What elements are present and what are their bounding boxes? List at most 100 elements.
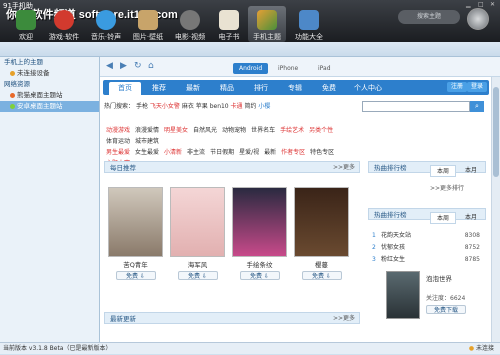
tag-link[interactable]: 动物宠物 [222, 125, 246, 136]
close-icon[interactable]: ✕ [490, 1, 495, 8]
scrollbar-thumb[interactable] [493, 87, 499, 177]
hot-term[interactable]: 飞天小女警 [150, 103, 180, 110]
rank-row[interactable]: 1 花韵天女站 8308 [372, 231, 482, 241]
tag-link[interactable]: 体育运动 [106, 136, 130, 147]
nav-theme[interactable]: 手机主题 [248, 6, 286, 42]
theme-card[interactable]: 手绘条纹 免费 ⇩ [232, 187, 287, 280]
latest-title: 最新更新 [110, 315, 136, 323]
app-logo-icon [467, 8, 489, 30]
sidebar-item-no-device[interactable]: 未连接设备 [0, 68, 99, 79]
tab-free[interactable]: 免费 [313, 82, 345, 95]
back-arrow-icon[interactable]: ◀ [106, 61, 113, 71]
tag-link[interactable]: 动漫游戏 [106, 125, 130, 136]
tag-link[interactable]: 城市建筑 [135, 136, 159, 147]
tag-link[interactable]: 女生最爱 [135, 147, 159, 158]
tab-home[interactable]: 首页 [109, 82, 141, 95]
theme-thumbnail[interactable] [294, 187, 349, 257]
tag-link[interactable]: 作者专区 [281, 147, 305, 158]
tab-featured[interactable]: 精品 [211, 82, 243, 95]
tab-albums[interactable]: 专辑 [279, 82, 311, 95]
tag-link[interactable]: 非主流 [187, 147, 205, 158]
theme-thumbnail[interactable] [232, 187, 287, 257]
tag-link[interactable]: 明星美女 [164, 125, 188, 136]
tab-newest[interactable]: 最新 [177, 82, 209, 95]
home-icon[interactable]: ⌂ [148, 61, 154, 71]
hot-term[interactable]: ben10 [210, 103, 229, 110]
tag-link[interactable]: 男生最爱 [106, 147, 130, 158]
daily-title: 每日推荐 [110, 164, 136, 172]
nav-apps[interactable]: 游戏·软件 [44, 6, 84, 42]
ranking-title: 热曲排行榜 [374, 164, 407, 172]
latest-more-link[interactable]: >>更多 [333, 313, 355, 325]
hot-term[interactable]: 手枪 [136, 103, 148, 110]
rank-tab-month[interactable]: 本月 [458, 212, 484, 224]
palette-icon [257, 10, 277, 30]
hot-term[interactable]: 简约 [244, 103, 256, 110]
nav-video[interactable]: 电影·视频 [170, 6, 210, 42]
tag-link[interactable]: 浪漫爱情 [135, 125, 159, 136]
theme-card[interactable]: 樱蔓 免费 ⇩ [294, 187, 349, 280]
rank-row[interactable]: 3 粉红女生 8785 [372, 255, 482, 265]
search-icon[interactable]: ⌕ [470, 101, 484, 112]
rank-tab-week[interactable]: 本周 [430, 165, 456, 177]
theme-search-button[interactable]: 搜索主题 [398, 10, 460, 24]
nav-tools[interactable]: 功能大全 [290, 6, 328, 42]
theme-thumbnail[interactable] [170, 187, 225, 257]
tab-profile[interactable]: 个人中心 [347, 82, 389, 95]
tag-link[interactable]: 世界名车 [251, 125, 275, 136]
search-input[interactable] [362, 101, 470, 112]
rank-row[interactable]: 2 忧郁女孩 8752 [372, 243, 482, 253]
rank-thumbnail[interactable] [386, 271, 420, 319]
theme-card[interactable]: 海军风 免费 ⇩ [170, 187, 225, 280]
tag-link[interactable]: 节日假期 [210, 147, 234, 158]
tag-link[interactable]: 小清新 [164, 147, 182, 158]
free-download-button[interactable]: 免费 ⇩ [301, 271, 342, 280]
login-button[interactable]: 登录 [467, 82, 488, 92]
rank-more-link[interactable]: >>更多排行 [430, 183, 464, 192]
rank-tab-week[interactable]: 本周 [430, 212, 456, 224]
minimize-icon[interactable]: ▁ [466, 1, 471, 8]
book-icon [219, 10, 239, 30]
nav-wallpaper[interactable]: 图片·壁纸 [128, 6, 168, 42]
tab-android[interactable]: Android [233, 63, 269, 74]
nav-music[interactable]: 音乐·铃声 [86, 6, 126, 42]
tag-link[interactable]: 自然风光 [193, 125, 217, 136]
hot-term[interactable]: 小樱 [258, 103, 270, 110]
scrollbar[interactable] [491, 77, 500, 342]
nav-welcome[interactable]: 欢迎 [10, 6, 42, 42]
free-download-button[interactable]: 免费 ⇩ [115, 271, 156, 280]
rank-tab-month[interactable]: 本月 [458, 165, 484, 177]
tag-link[interactable]: 最新 [264, 147, 276, 158]
daily-header: 每日推荐 >>更多 [104, 161, 360, 173]
fans-count: 关注度：6624 [426, 295, 466, 302]
theme-thumbnail[interactable] [108, 187, 163, 257]
tag-link[interactable]: 特色专区 [310, 147, 334, 158]
sidebar-item-panda[interactable]: 熊猫桌面主题站 [0, 90, 99, 101]
theme-name: 樱蔓 [315, 261, 328, 269]
hot-term[interactable]: 苹果 [196, 103, 208, 110]
panda-site-icon [10, 92, 15, 98]
tab-recommend[interactable]: 推荐 [143, 82, 175, 95]
free-download-button[interactable]: 免费下载 [426, 305, 466, 314]
hot-term[interactable]: 麻衣 [182, 103, 194, 110]
category-bar: 首页 推荐 最新 精品 排行 专辑 免费 个人中心 注册 登录 [103, 80, 489, 95]
connection-status: ● 未连接 [468, 345, 494, 352]
maximize-icon[interactable]: □ [478, 1, 484, 8]
daily-more-link[interactable]: >>更多 [333, 162, 355, 174]
forward-arrow-icon[interactable]: ▶ [120, 61, 127, 71]
register-button[interactable]: 注册 [447, 82, 468, 92]
nav-ebook[interactable]: 电子书 [212, 6, 246, 42]
tag-link[interactable]: 另类个性 [309, 125, 333, 136]
android-site-icon [10, 103, 15, 109]
tab-iphone[interactable]: iPhone [272, 63, 304, 74]
theme-card[interactable]: 苦Q青年 免费 ⇩ [108, 187, 163, 280]
tab-ipad[interactable]: iPad [312, 63, 337, 74]
free-download-button[interactable]: 免费 ⇩ [239, 271, 280, 280]
refresh-icon[interactable]: ↻ [134, 61, 142, 71]
tab-ranking[interactable]: 排行 [245, 82, 277, 95]
sidebar-item-android[interactable]: 安卓桌面主题站 [0, 101, 99, 112]
free-download-button[interactable]: 免费 ⇩ [177, 271, 218, 280]
tag-link[interactable]: 星爱/视 [239, 147, 259, 158]
hot-term[interactable]: 卡通 [231, 103, 243, 110]
tag-link[interactable]: 手绘艺术 [280, 125, 304, 136]
